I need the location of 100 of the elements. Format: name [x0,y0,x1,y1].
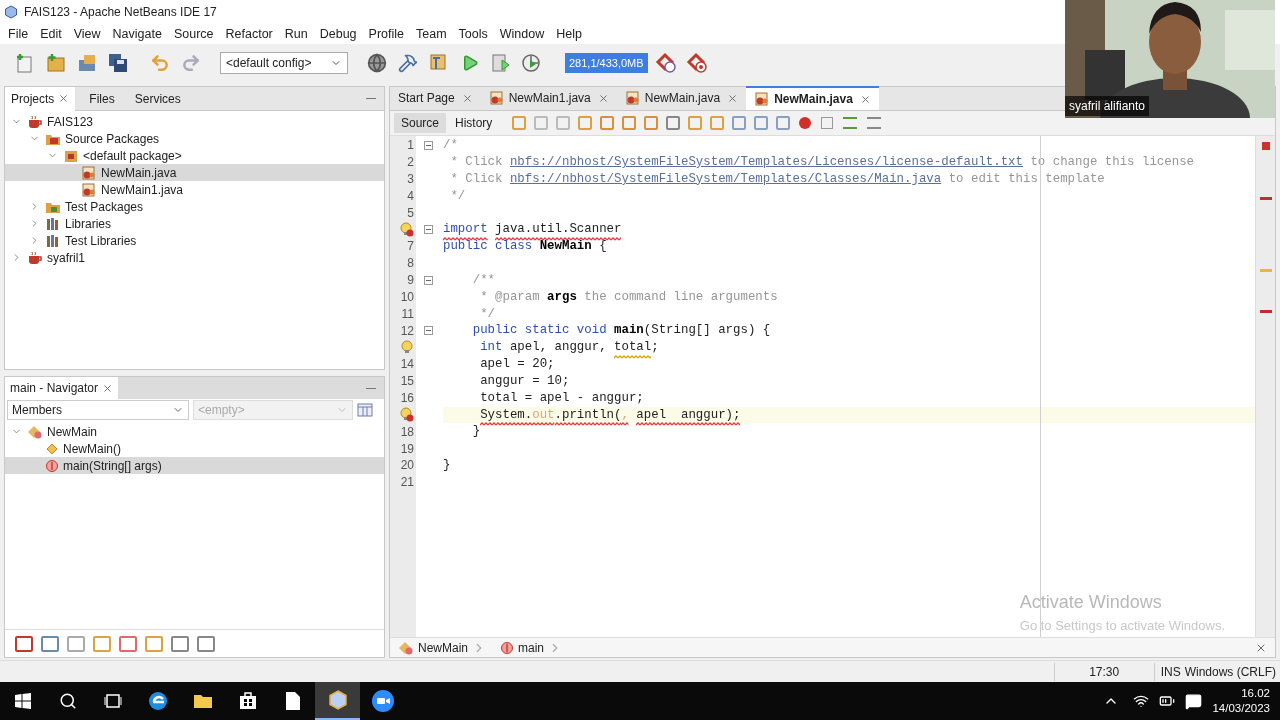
fold-toggle-icon[interactable] [423,275,433,285]
menu-item[interactable]: Profile [362,24,410,44]
panel-tab[interactable]: Services [128,86,187,111]
menu-item[interactable]: Edit [34,24,68,44]
tree-item[interactable]: NewMain.java [5,164,384,181]
tree-item[interactable]: Source Packages [5,130,384,147]
editor-tool-icon[interactable] [754,116,769,130]
members-dropdown[interactable]: Members [7,400,189,420]
editor-tool-icon[interactable] [710,116,725,130]
editor-tab[interactable]: NewMain.java [616,86,747,110]
editor-tab[interactable]: NewMain.java [746,86,879,110]
link[interactable]: nbfs://nbhost/SystemFileSystem/Templates/Classes/Main.java [509,171,942,186]
menu-item[interactable]: View [67,24,107,44]
view-tab[interactable]: Source [394,113,447,133]
error-stripe-mark[interactable] [1260,310,1272,314]
editor-tool-icon[interactable] [578,116,593,130]
record-macro-icon[interactable] [799,117,812,129]
editor-tool-icon[interactable] [776,116,791,130]
editor-tool-icon[interactable] [622,116,637,130]
editor-tool-icon[interactable] [666,116,681,130]
clock[interactable]: 16.02 14/03/2023 [1212,686,1280,716]
editor-tool-icon[interactable] [644,116,659,130]
error-hint-bulb-icon[interactable] [400,407,414,423]
collapsed-chevron-icon[interactable] [11,252,22,263]
editor-tool-icon[interactable] [512,116,527,130]
hint-bulb-icon[interactable] [400,340,414,356]
navigator-filter-icon[interactable] [67,635,85,652]
navigator-filter-icon[interactable] [145,635,163,652]
close-icon[interactable] [859,93,871,105]
close-icon[interactable] [58,93,70,104]
editor-tool-icon[interactable] [534,116,549,130]
panel-tab[interactable]: main - Navigator [5,377,119,399]
coffee-cup-icon [27,114,43,129]
battery-icon[interactable] [1159,693,1176,709]
menu-item[interactable]: Navigate [106,24,168,44]
code-line: import java.util.Scanner [443,220,622,239]
navigator-filter-icon[interactable] [41,635,59,652]
navigator-filter-icon[interactable] [15,635,33,652]
view-tab[interactable]: History [448,113,500,133]
editor-tab[interactable]: NewMain1.java [480,86,617,110]
editor-tool-icon[interactable] [556,116,571,130]
tree-item[interactable]: Test Packages [5,198,384,215]
navigator-filter-icon[interactable] [93,635,111,652]
breadcrumb-item[interactable]: main [500,638,563,657]
panel-tab[interactable]: Projects [5,86,76,111]
notifications-icon[interactable] [1185,692,1203,710]
close-icon[interactable] [461,92,473,104]
editor-tab[interactable]: Start Page [390,86,481,110]
breadcrumb-item[interactable]: NewMain [398,638,486,657]
navigator-filter-icon[interactable] [197,635,215,652]
editor-tool-icon[interactable] [732,116,747,130]
menu-item[interactable]: Run [278,24,314,44]
code-line: /* [443,137,458,155]
menu-item[interactable]: Window [493,24,551,44]
editor-tool-icon[interactable] [600,116,615,130]
navigator-filter-icon[interactable] [119,635,137,652]
filter-panel-icon[interactable] [357,403,373,417]
taskbar-app-icon[interactable] [315,682,360,720]
tree-item[interactable]: FAIS123 [5,113,384,130]
tree-item[interactable]: syafril1 [5,249,384,266]
activation-notice-title: Activate Windows [1019,590,1163,614]
stop-macro-icon[interactable] [821,117,834,129]
memory-meter[interactable]: 281,1/433,0MB [565,53,648,73]
error-hint-bulb-icon[interactable] [400,222,414,238]
editor-tool-icon[interactable] [688,116,703,130]
caret-position: 17:30 [1053,662,1154,681]
close-icon[interactable] [727,92,739,104]
error-stripe-mark[interactable] [1260,196,1272,200]
menu-item[interactable]: Tools [452,24,494,44]
tree-item[interactable]: NewMain() [5,440,384,457]
close-icon[interactable] [597,92,609,104]
tree-item[interactable]: <default package> [5,147,384,164]
tree-item[interactable]: Libraries [5,215,384,232]
comment-lines-icon[interactable] [843,117,858,129]
code-line: /** [471,271,496,289]
menu-item[interactable]: Source [167,24,220,44]
minimize-icon[interactable] [366,387,376,389]
menu-item[interactable]: Team [410,24,453,44]
link[interactable]: nbfs://nbhost/SystemFileSystem/Templates/Licenses/license-default.txt [509,154,1023,169]
fold-toggle-icon[interactable] [423,326,433,336]
wifi-icon[interactable] [1133,693,1150,709]
code-line: } [443,457,451,475]
line-number: 12 [400,322,414,340]
menu-item[interactable]: File [2,24,35,44]
menu-item[interactable]: Help [550,24,588,44]
tree-item[interactable]: NewMain [5,423,384,440]
menu-item[interactable]: Debug [313,24,363,44]
java-file-icon [488,91,505,105]
configuration-dropdown[interactable]: <default config> [220,52,348,74]
fold-toggle-icon[interactable] [423,140,433,150]
menu-item[interactable]: Refactor [219,24,279,44]
panel-tab[interactable]: Files [83,86,121,111]
close-icon[interactable] [102,382,114,394]
fold-toggle-icon[interactable] [423,225,433,235]
tree-item[interactable]: main(String[] args) [5,457,384,474]
tree-item[interactable]: NewMain1.java [5,181,384,198]
navigator-filter-icon[interactable] [171,635,189,652]
tree-item[interactable]: Test Libraries [5,232,384,249]
line-number: 3 [407,171,414,189]
uncomment-lines-icon[interactable] [867,117,882,129]
